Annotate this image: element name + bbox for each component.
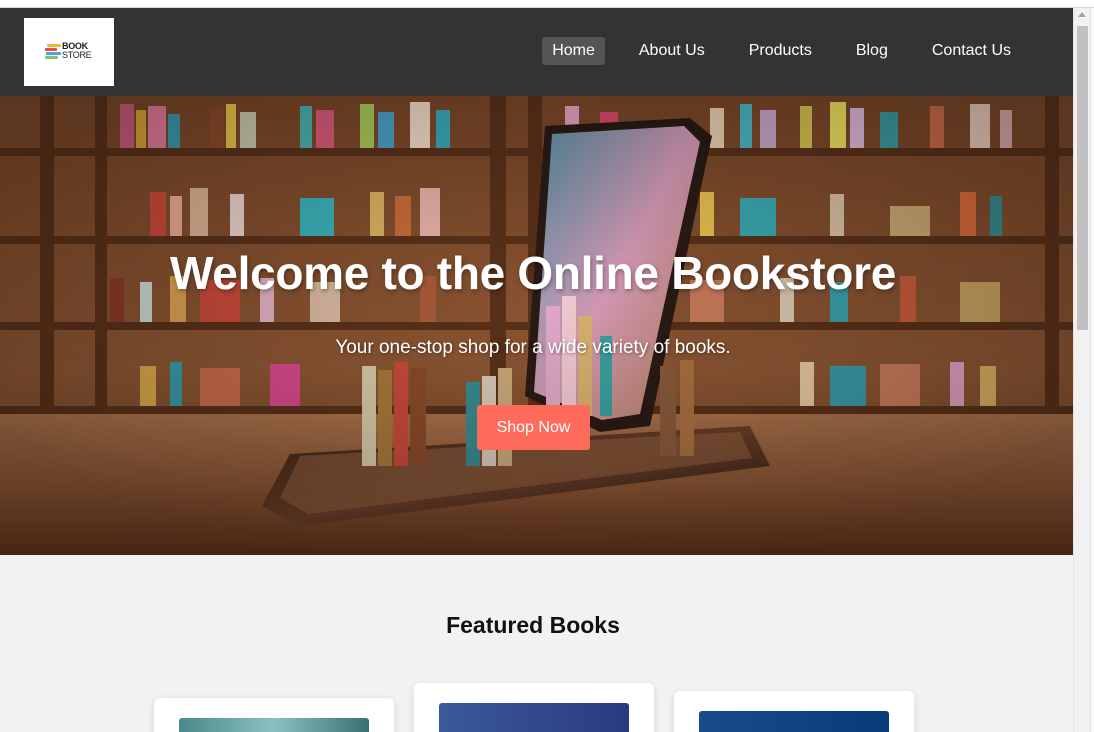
- scrollbar-thumb[interactable]: [1077, 26, 1088, 330]
- nav-link-contact-us[interactable]: Contact Us: [922, 37, 1021, 65]
- book-cover-image: [699, 711, 889, 732]
- nav-link-about-us[interactable]: About Us: [629, 37, 715, 65]
- featured-books-heading: Featured Books: [446, 612, 620, 638]
- window-top-edge: [0, 0, 1094, 8]
- nav-link-blog[interactable]: Blog: [846, 37, 898, 65]
- hero-title: Welcome to the Online Bookstore: [170, 247, 896, 299]
- book-cover-image: [179, 718, 369, 732]
- scroll-up-arrow-icon[interactable]: [1078, 12, 1086, 17]
- site-header: BOOK STORE Home About Us Products Blog C…: [0, 8, 1073, 96]
- logo-books-icon: [45, 44, 61, 60]
- main-nav: Home About Us Products Blog Contact Us: [542, 37, 1021, 65]
- book-card[interactable]: [414, 683, 654, 732]
- page-viewport: BOOK STORE Home About Us Products Blog C…: [0, 8, 1073, 732]
- site-logo[interactable]: BOOK STORE: [24, 18, 114, 86]
- vertical-scrollbar[interactable]: [1073, 8, 1090, 732]
- logo-text: BOOK STORE: [62, 42, 92, 60]
- hero-subtitle: Your one-stop shop for a wide variety of…: [335, 337, 731, 358]
- hero-banner: Welcome to the Online Bookstore Your one…: [0, 96, 1073, 555]
- nav-link-products[interactable]: Products: [739, 37, 822, 65]
- window-right-edge: [1090, 8, 1094, 732]
- logo-line2: STORE: [62, 50, 92, 60]
- hero-background-image: [0, 96, 1073, 555]
- nav-link-home[interactable]: Home: [542, 37, 605, 65]
- book-card[interactable]: [154, 698, 394, 732]
- book-card[interactable]: [674, 691, 914, 732]
- book-cover-image: [439, 703, 629, 732]
- shop-now-button[interactable]: Shop Now: [477, 405, 590, 450]
- logo-mark: BOOK STORE: [45, 41, 93, 63]
